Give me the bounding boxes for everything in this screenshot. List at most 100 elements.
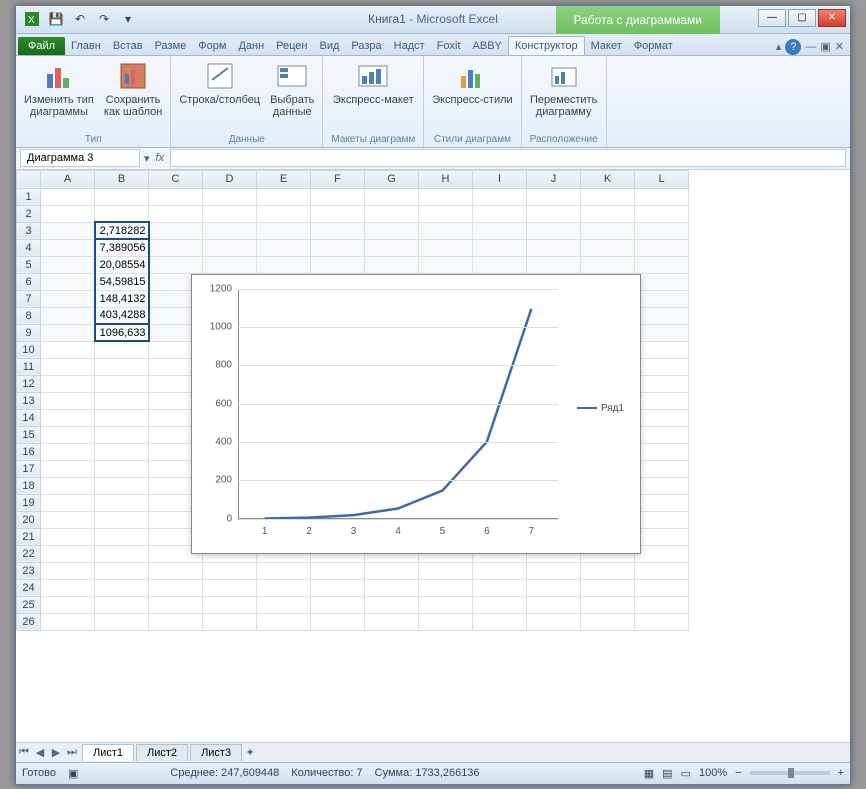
row-header-5[interactable]: 5 <box>17 256 41 273</box>
cell-L20[interactable] <box>635 511 689 528</box>
cell-F24[interactable] <box>311 579 365 596</box>
cell-F3[interactable] <box>311 222 365 239</box>
quick-layout-button[interactable]: Экспресс-макет <box>333 60 414 106</box>
cell-H26[interactable] <box>419 613 473 630</box>
cell-L4[interactable] <box>635 239 689 256</box>
cell-L21[interactable] <box>635 528 689 545</box>
tab-data[interactable]: Данн <box>232 37 270 55</box>
cell-G5[interactable] <box>365 256 419 273</box>
column-header-C[interactable]: C <box>149 170 203 188</box>
cell-D3[interactable] <box>203 222 257 239</box>
cell-E25[interactable] <box>257 596 311 613</box>
view-page-layout-icon[interactable]: ▤ <box>662 767 672 780</box>
cell-F25[interactable] <box>311 596 365 613</box>
cell-J5[interactable] <box>527 256 581 273</box>
cell-F5[interactable] <box>311 256 365 273</box>
cell-C3[interactable] <box>149 222 203 239</box>
cell-F2[interactable] <box>311 205 365 222</box>
cell-L14[interactable] <box>635 409 689 426</box>
cell-C25[interactable] <box>149 596 203 613</box>
tab-home[interactable]: Главн <box>65 37 107 55</box>
row-header-20[interactable]: 20 <box>17 511 41 528</box>
cell-K24[interactable] <box>581 579 635 596</box>
qat-more-icon[interactable]: ▾ <box>118 9 138 29</box>
cell-D25[interactable] <box>203 596 257 613</box>
cell-B1[interactable] <box>95 188 149 205</box>
cell-A11[interactable] <box>41 358 95 375</box>
cell-B18[interactable] <box>95 477 149 494</box>
cell-L6[interactable] <box>635 273 689 290</box>
cell-A7[interactable] <box>41 290 95 307</box>
cell-G3[interactable] <box>365 222 419 239</box>
cell-A26[interactable] <box>41 613 95 630</box>
column-header-G[interactable]: G <box>365 170 419 188</box>
cell-C1[interactable] <box>149 188 203 205</box>
cell-E23[interactable] <box>257 562 311 579</box>
cell-B17[interactable] <box>95 460 149 477</box>
cell-F26[interactable] <box>311 613 365 630</box>
row-header-6[interactable]: 6 <box>17 273 41 290</box>
sheet-tab-3[interactable]: Лист3 <box>190 744 242 761</box>
row-header-1[interactable]: 1 <box>17 188 41 205</box>
cell-K1[interactable] <box>581 188 635 205</box>
column-header-D[interactable]: D <box>203 170 257 188</box>
column-header-B[interactable]: B <box>95 170 149 188</box>
cell-J4[interactable] <box>527 239 581 256</box>
cell-E5[interactable] <box>257 256 311 273</box>
cell-G2[interactable] <box>365 205 419 222</box>
select-data-button[interactable]: Выбрать данные <box>270 60 314 118</box>
maximize-button[interactable]: ▢ <box>788 9 816 27</box>
cell-L11[interactable] <box>635 358 689 375</box>
cell-A20[interactable] <box>41 511 95 528</box>
column-header-H[interactable]: H <box>419 170 473 188</box>
column-header-E[interactable]: E <box>257 170 311 188</box>
row-header-25[interactable]: 25 <box>17 596 41 613</box>
cell-B19[interactable] <box>95 494 149 511</box>
cell-A4[interactable] <box>41 239 95 256</box>
save-as-template-button[interactable]: Сохранить как шаблон <box>104 60 163 118</box>
cell-D1[interactable] <box>203 188 257 205</box>
row-header-22[interactable]: 22 <box>17 545 41 562</box>
fx-icon[interactable]: fx <box>150 152 171 164</box>
sheet-nav-prev-icon[interactable]: ◀ <box>32 744 48 760</box>
excel-icon[interactable]: X <box>22 9 42 29</box>
cell-L15[interactable] <box>635 426 689 443</box>
cell-G1[interactable] <box>365 188 419 205</box>
zoom-in-icon[interactable]: + <box>838 767 844 779</box>
cell-E2[interactable] <box>257 205 311 222</box>
tab-insert[interactable]: Встав <box>107 37 149 55</box>
cell-I5[interactable] <box>473 256 527 273</box>
tab-review[interactable]: Рецен <box>270 37 313 55</box>
chart-legend[interactable]: Ряд1 <box>577 403 624 414</box>
minimize-button[interactable]: — <box>758 9 786 27</box>
cell-H1[interactable] <box>419 188 473 205</box>
cell-A18[interactable] <box>41 477 95 494</box>
cell-H4[interactable] <box>419 239 473 256</box>
cell-C5[interactable] <box>149 256 203 273</box>
cell-B22[interactable] <box>95 545 149 562</box>
cell-L25[interactable] <box>635 596 689 613</box>
cell-B2[interactable] <box>95 205 149 222</box>
view-page-break-icon[interactable]: ▭ <box>681 767 691 780</box>
cell-L7[interactable] <box>635 290 689 307</box>
cell-E1[interactable] <box>257 188 311 205</box>
row-header-14[interactable]: 14 <box>17 409 41 426</box>
cell-J25[interactable] <box>527 596 581 613</box>
column-header-L[interactable]: L <box>635 170 689 188</box>
save-icon[interactable]: 💾 <box>46 9 66 29</box>
cell-D24[interactable] <box>203 579 257 596</box>
tab-chart-format[interactable]: Формат <box>628 37 679 55</box>
cell-A2[interactable] <box>41 205 95 222</box>
cell-B24[interactable] <box>95 579 149 596</box>
cell-B5[interactable]: 20,08554 <box>95 256 149 273</box>
cell-J3[interactable] <box>527 222 581 239</box>
cell-D23[interactable] <box>203 562 257 579</box>
row-header-13[interactable]: 13 <box>17 392 41 409</box>
cell-A9[interactable] <box>41 324 95 341</box>
row-header-8[interactable]: 8 <box>17 307 41 324</box>
cell-L1[interactable] <box>635 188 689 205</box>
tab-chart-design[interactable]: Конструктор <box>508 36 585 55</box>
cell-A19[interactable] <box>41 494 95 511</box>
cell-B15[interactable] <box>95 426 149 443</box>
cell-F23[interactable] <box>311 562 365 579</box>
